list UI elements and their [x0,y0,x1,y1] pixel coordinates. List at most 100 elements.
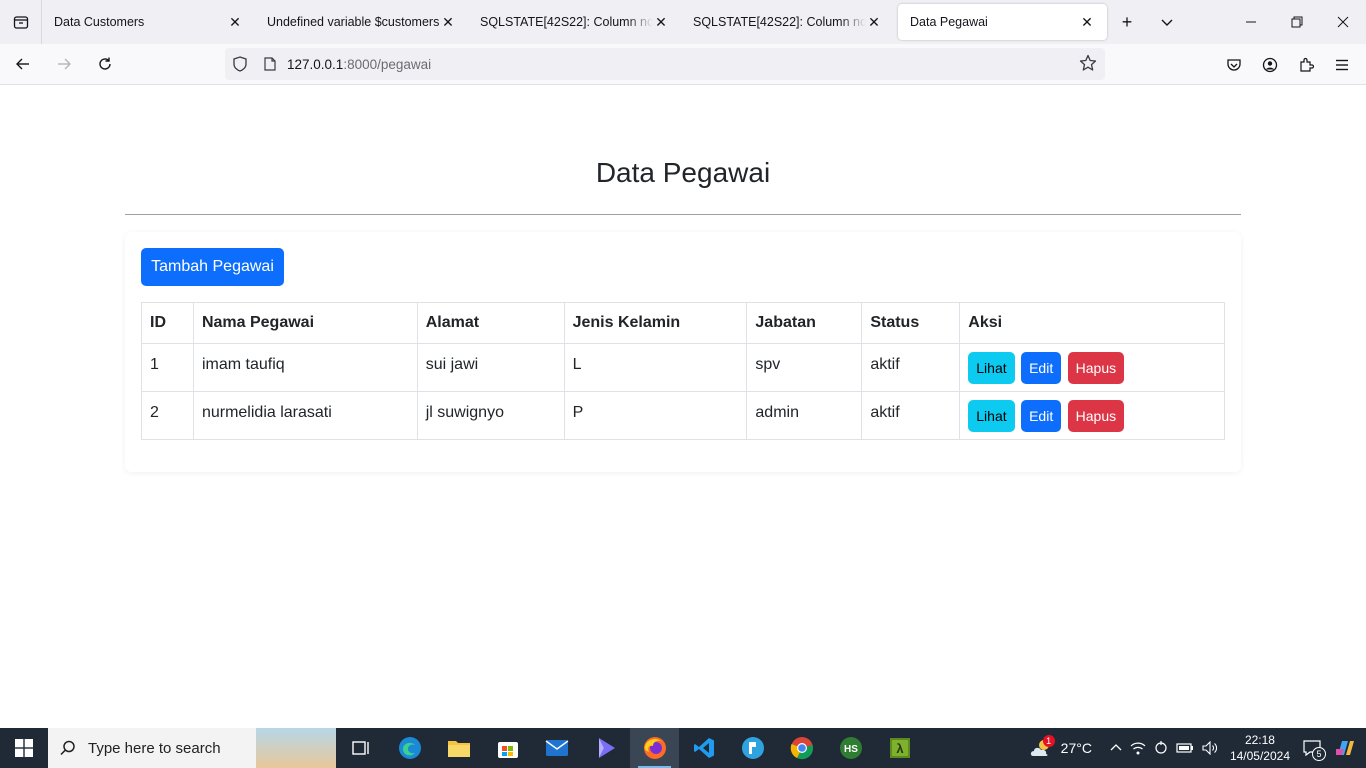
app-icon[interactable] [728,728,777,768]
power-automate-icon[interactable] [581,728,630,768]
divider [125,214,1241,215]
chevron-down-icon[interactable] [1147,0,1187,44]
extensions-icon[interactable] [1288,49,1324,81]
tab-label: SQLSTATE[42S22]: Column not fou [693,15,866,29]
taskbar-search[interactable]: Type here to search [48,728,336,768]
restore-icon[interactable] [1274,0,1320,44]
edge-icon[interactable] [385,728,434,768]
column-header-aksi: Aksi [959,302,1225,344]
content-card: Tambah Pegawai ID Nama Pegawai Alamat Je… [125,232,1241,472]
weather-temperature: 27°C [1060,740,1092,756]
back-icon[interactable] [5,48,41,80]
reload-icon[interactable] [87,48,123,80]
copilot-icon[interactable] [1334,737,1356,759]
tab-label: SQLSTATE[42S22]: Column not fou [480,15,653,29]
url-text: 127.0.0.1:8000/pegawai [287,56,432,72]
new-tab-icon[interactable]: + [1107,0,1147,44]
close-icon[interactable]: ✕ [1079,14,1095,30]
browser-tab[interactable]: Data Customers ✕ [42,4,255,40]
system-tray: 1 27°C 22:18 14/05/2024 5 [1025,728,1366,768]
mail-icon[interactable] [532,728,581,768]
search-icon [48,739,88,757]
notification-count: 5 [1312,747,1326,761]
forward-icon[interactable] [46,48,82,80]
menu-icon[interactable] [1324,49,1360,81]
edit-button[interactable]: Edit [1021,400,1062,432]
search-highlight-image [256,728,336,768]
cell-nama: imam taufiq [192,343,418,392]
close-icon[interactable]: ✕ [227,14,243,30]
svg-text:HS: HS [844,744,858,755]
clock[interactable]: 22:18 14/05/2024 [1230,732,1290,764]
network-icon[interactable] [1130,741,1146,755]
close-window-icon[interactable] [1320,0,1366,44]
windows-start-icon[interactable] [0,728,48,768]
browser-tab[interactable]: SQLSTATE[42S22]: Column not fou ✕ [681,4,894,40]
cell-actions: Lihat Edit Hapus [959,343,1225,392]
store-icon[interactable] [483,728,532,768]
edit-button[interactable]: Edit [1021,352,1062,384]
view-button[interactable]: Lihat [968,352,1015,384]
close-icon[interactable]: ✕ [866,14,882,30]
url-bar[interactable]: 127.0.0.1:8000/pegawai [225,48,1105,80]
account-icon[interactable] [1252,49,1288,81]
cell-status: aktif [861,391,961,440]
vscode-icon[interactable] [679,728,728,768]
add-employee-button[interactable]: Tambah Pegawai [141,248,284,286]
cell-actions: Lihat Edit Hapus [959,391,1225,440]
table-row: 1 imam taufiq sui jawi L spv aktif Lihat… [141,343,1225,392]
heidisql-icon[interactable]: HS [826,728,875,768]
column-header-jenis-kelamin: Jenis Kelamin [563,302,748,344]
bookmark-star-icon[interactable] [1079,54,1097,77]
window-controls [1228,0,1366,44]
employee-table: ID Nama Pegawai Alamat Jenis Kelamin Jab… [141,302,1225,440]
cell-id: 2 [141,391,194,440]
tab-list-icon[interactable] [0,0,42,44]
browser-tab[interactable]: Undefined variable $customers ✕ [255,4,468,40]
column-header-jabatan: Jabatan [746,302,863,344]
column-header-status: Status [861,302,961,344]
page-icon[interactable] [255,57,285,71]
delete-button[interactable]: Hapus [1067,352,1125,384]
chevron-up-icon[interactable] [1110,742,1122,754]
clock-date: 14/05/2024 [1229,749,1290,763]
cell-status: aktif [861,343,961,392]
weather-badge: 1 [1042,735,1055,747]
battery-icon[interactable] [1176,742,1194,754]
table-header-row: ID Nama Pegawai Alamat Jenis Kelamin Jab… [141,302,1225,344]
volume-icon[interactable] [1202,741,1218,755]
view-button[interactable]: Lihat [968,400,1015,432]
search-placeholder: Type here to search [88,739,221,757]
browser-tab-strip: Data Customers ✕ Undefined variable $cus… [0,0,1366,44]
minimize-icon[interactable] [1228,0,1274,44]
browser-tab-active[interactable]: Data Pegawai ✕ [898,4,1107,40]
browser-tab[interactable]: SQLSTATE[42S22]: Column not fou ✕ [468,4,681,40]
close-icon[interactable]: ✕ [440,14,456,30]
svg-text:λ: λ [896,741,904,756]
column-header-alamat: Alamat [416,302,565,344]
column-header-nama: Nama Pegawai [192,302,418,344]
file-explorer-icon[interactable] [434,728,483,768]
terminal-icon[interactable]: λ [875,728,924,768]
tab-label: Data Customers [54,15,145,29]
cell-alamat: jl suwignyo [416,391,565,440]
close-icon[interactable]: ✕ [653,14,669,30]
notification-icon[interactable]: 5 [1302,739,1326,761]
task-view-icon[interactable] [336,728,385,768]
pocket-icon[interactable] [1216,49,1252,81]
taskbar: Type here to search HS λ 1 27°C 22:18 14… [0,728,1366,768]
cell-jabatan: spv [746,343,863,392]
device-icon[interactable] [1154,740,1168,756]
chrome-icon[interactable] [777,728,826,768]
firefox-icon[interactable] [630,728,679,768]
cell-nama: nurmelidia larasati [192,391,418,440]
column-header-id: ID [141,302,194,344]
table-row: 2 nurmelidia larasati jl suwignyo P admi… [141,391,1225,440]
weather-widget[interactable]: 1 27°C [1029,735,1092,759]
cell-jenis-kelamin: P [563,391,748,440]
delete-button[interactable]: Hapus [1067,400,1125,432]
cell-jenis-kelamin: L [563,343,748,392]
cell-id: 1 [141,343,194,392]
shield-icon[interactable] [225,56,255,72]
page-title: Data Pegawai [595,157,771,188]
